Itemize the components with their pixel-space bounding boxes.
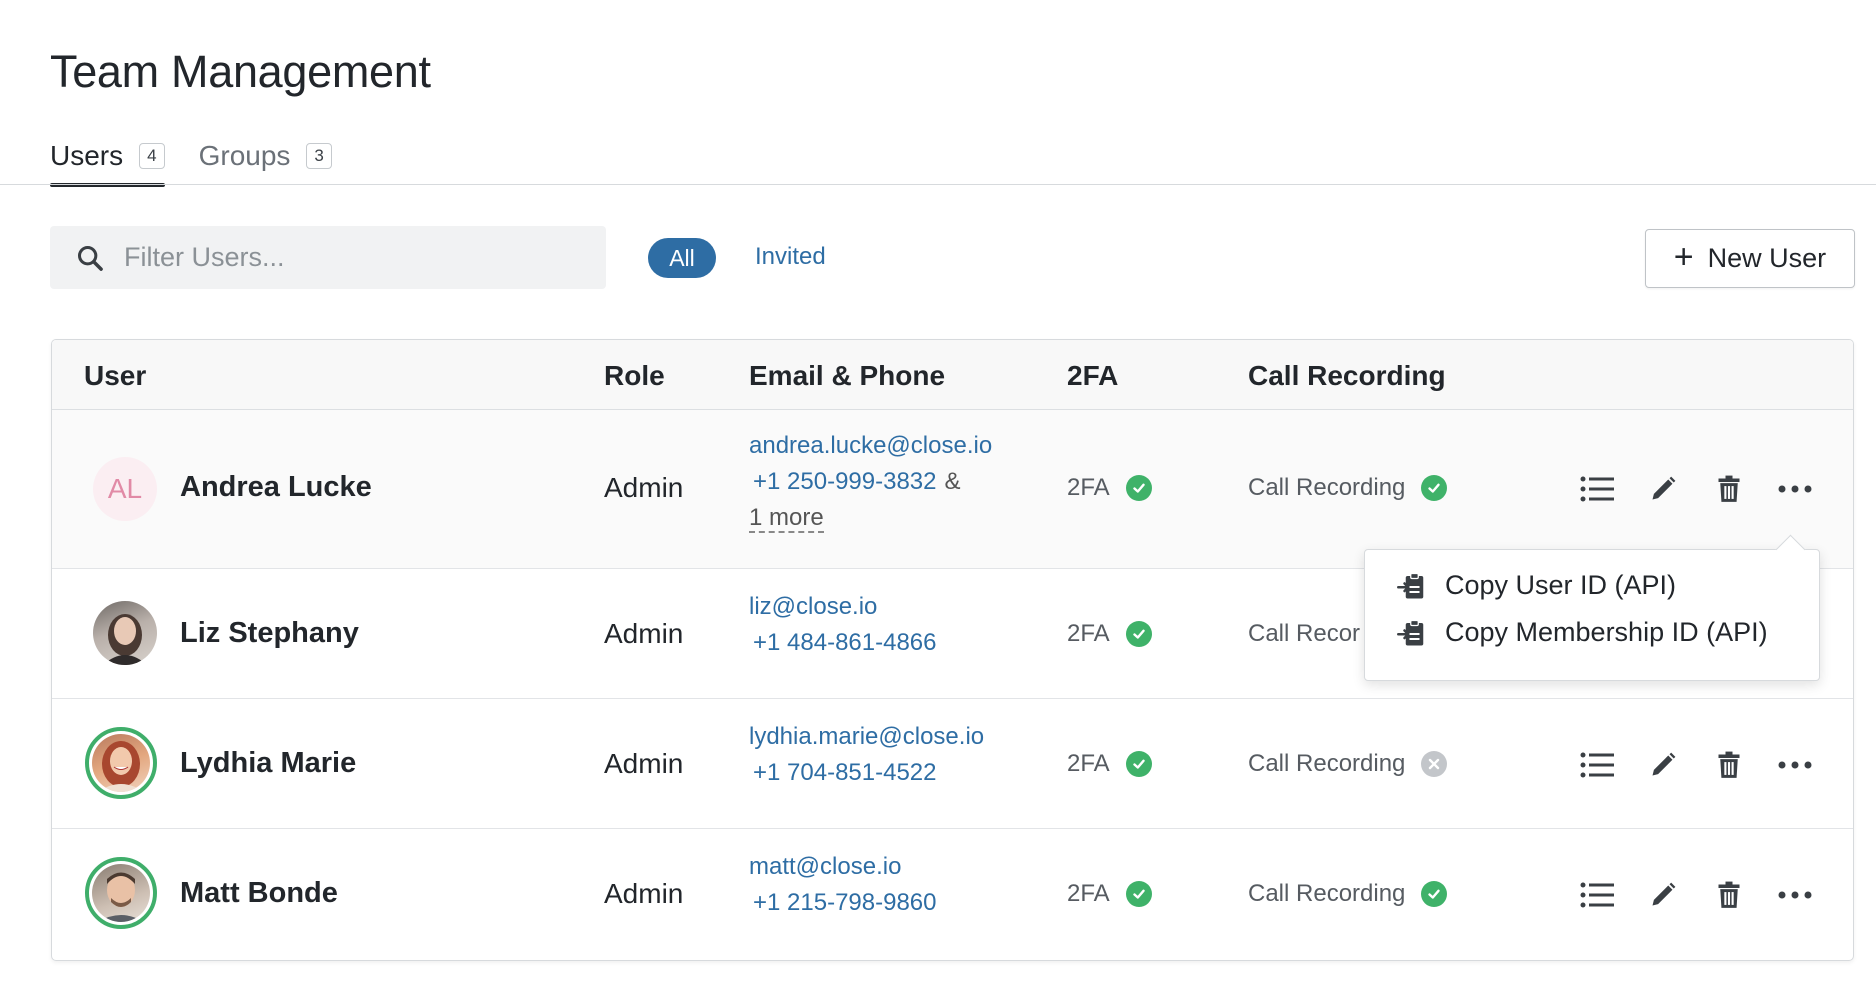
tab-users-count: 4: [139, 143, 165, 169]
header-role: Role: [604, 360, 665, 391]
trash-icon[interactable]: [1710, 746, 1748, 784]
user-email[interactable]: lydhia.marie@close.io: [749, 719, 984, 755]
user-phone[interactable]: +1 704-851-4522: [749, 755, 984, 791]
table-row: Matt Bonde Admin matt@close.io +1 215-79…: [52, 829, 1853, 959]
user-email[interactable]: liz@close.io: [749, 589, 937, 625]
table-row: Lydhia Marie Admin lydhia.marie@close.io…: [52, 699, 1853, 829]
user-name[interactable]: Matt Bonde: [180, 877, 338, 910]
clipboard-icon: [1397, 572, 1424, 598]
trash-icon[interactable]: [1710, 470, 1748, 508]
filter-all-button[interactable]: All: [648, 238, 716, 278]
user-phone[interactable]: +1 484-861-4866: [749, 625, 937, 661]
user-phone[interactable]: +1 215-798-9860: [749, 885, 937, 921]
avatar: [85, 727, 157, 799]
header-user: User: [84, 360, 147, 391]
twofa-label: 2FA: [1067, 620, 1110, 647]
twofa-status: 2FA: [1067, 880, 1152, 908]
header-call-recording: Call Recording: [1248, 360, 1446, 391]
email-phone: lydhia.marie@close.io +1 704-851-4522: [749, 719, 984, 791]
twofa-status: 2FA: [1067, 620, 1152, 648]
copy-membership-id-label: Copy Membership ID (API): [1445, 617, 1768, 647]
call-recording-label: Call Recording: [1248, 750, 1406, 777]
row-actions: [1578, 876, 1814, 914]
call-recording-label: Call Recording: [1248, 880, 1406, 907]
tabs-divider: [0, 184, 1876, 185]
list-icon[interactable]: [1578, 470, 1616, 508]
tab-groups[interactable]: Groups 3: [199, 128, 332, 184]
twofa-status: 2FA: [1067, 750, 1152, 778]
call-recording-status: Call Recording: [1248, 474, 1448, 502]
pencil-icon[interactable]: [1644, 470, 1682, 508]
more-options-icon[interactable]: [1776, 746, 1814, 784]
email-phone: liz@close.io +1 484-861-4866: [749, 589, 937, 661]
new-user-button[interactable]: + New User: [1645, 229, 1855, 288]
check-icon: [1125, 621, 1152, 647]
search-box: [50, 226, 606, 289]
x-circle-icon: [1421, 751, 1448, 777]
amp-text: &: [944, 468, 961, 495]
user-role: Admin: [604, 618, 684, 649]
tab-groups-label: Groups: [198, 140, 291, 171]
check-icon: [1421, 475, 1448, 501]
tab-groups-count: 3: [306, 143, 332, 169]
user-name[interactable]: Andrea Lucke: [180, 471, 372, 504]
pencil-icon[interactable]: [1644, 746, 1682, 784]
search-input[interactable]: [122, 241, 566, 274]
header-2fa: 2FA: [1067, 360, 1119, 391]
avatar: AL: [93, 457, 157, 521]
page-title: Team Management: [50, 46, 431, 97]
row-actions: [1578, 746, 1814, 784]
trash-icon[interactable]: [1710, 876, 1748, 914]
more-options-icon[interactable]: [1776, 876, 1814, 914]
email-phone: andrea.lucke@close.io +1 250-999-3832 & 1…: [749, 428, 992, 536]
user-email[interactable]: andrea.lucke@close.io: [749, 428, 992, 464]
twofa-label: 2FA: [1067, 750, 1110, 777]
table-header: User Role Email & Phone 2FA Call Recordi…: [52, 340, 1853, 410]
call-recording-label: Call Recording: [1248, 474, 1406, 501]
more-options-icon[interactable]: [1776, 470, 1814, 508]
email-phone: matt@close.io +1 215-798-9860: [749, 849, 937, 921]
list-icon[interactable]: [1578, 876, 1616, 914]
search-icon: [77, 245, 103, 271]
copy-user-id-label: Copy User ID (API): [1445, 570, 1677, 600]
clipboard-icon: [1397, 619, 1424, 645]
user-role: Admin: [604, 472, 684, 503]
check-icon: [1421, 881, 1448, 907]
user-phone[interactable]: +1 250-999-3832: [749, 468, 937, 495]
more-phones-link[interactable]: 1 more: [749, 504, 824, 533]
plus-icon: +: [1673, 238, 1694, 276]
copy-membership-id-menu-item[interactable]: Copy Membership ID (API): [1397, 617, 1768, 648]
twofa-label: 2FA: [1067, 880, 1110, 907]
avatar: [85, 857, 157, 929]
user-name[interactable]: Liz Stephany: [180, 617, 359, 650]
user-role: Admin: [604, 748, 684, 779]
user-name[interactable]: Lydhia Marie: [180, 747, 356, 780]
check-icon: [1125, 475, 1152, 501]
twofa-status: 2FA: [1067, 474, 1152, 502]
call-recording-status: Call Recording: [1248, 750, 1448, 778]
user-email[interactable]: matt@close.io: [749, 849, 937, 885]
call-recording-label: Call Recor: [1248, 620, 1361, 647]
copy-user-id-menu-item[interactable]: Copy User ID (API): [1397, 570, 1676, 601]
call-recording-status: Call Recording: [1248, 880, 1448, 908]
header-email-phone: Email & Phone: [749, 360, 946, 391]
check-icon: [1125, 881, 1152, 907]
tab-users[interactable]: Users 4: [50, 128, 165, 187]
filter-invited-button[interactable]: Invited: [755, 243, 826, 271]
more-options-menu: Copy User ID (API) Copy Membership ID (A…: [1364, 549, 1820, 681]
avatar: [93, 601, 157, 665]
tab-users-label: Users: [50, 140, 124, 171]
tabs: Users 4 Groups 3: [50, 128, 332, 187]
row-actions: [1578, 470, 1814, 508]
list-icon[interactable]: [1578, 746, 1616, 784]
pencil-icon[interactable]: [1644, 876, 1682, 914]
new-user-label: New User: [1707, 243, 1827, 273]
user-role: Admin: [604, 878, 684, 909]
table-row: AL Andrea Lucke Admin andrea.lucke@close…: [52, 410, 1853, 569]
check-icon: [1125, 751, 1152, 777]
twofa-label: 2FA: [1067, 474, 1110, 501]
call-recording-status: Call Recor: [1248, 620, 1360, 648]
